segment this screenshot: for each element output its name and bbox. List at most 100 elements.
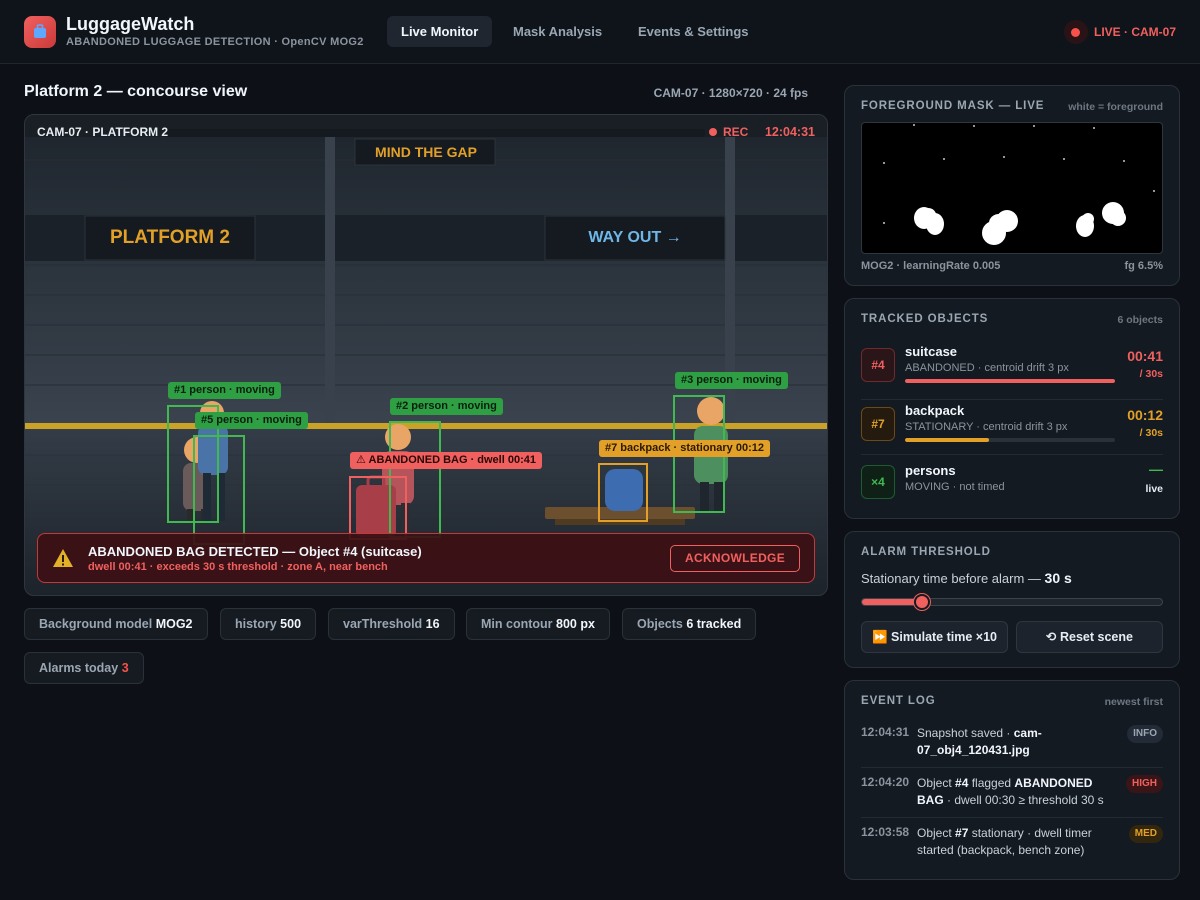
tracked-count: 6 objects: [1117, 314, 1163, 326]
foreground-mask-view[interactable]: [861, 122, 1163, 254]
mask-fg-ratio: fg 6.5%: [1124, 260, 1163, 272]
event-level-badge: HIGH: [1126, 775, 1163, 793]
tracked-row-persons[interactable]: ×4 persons MOVING · not timed — live: [861, 461, 1163, 509]
camera-feed[interactable]: CAM-07 · PLATFORM 2 REC 12:04:31 MIND TH…: [24, 114, 828, 596]
tracked-objects-card: TRACKED OBJECTS 6 objects #4 suitcase AB…: [844, 298, 1180, 519]
mask-card-note: white = foreground: [1068, 101, 1163, 113]
app-title: LuggageWatch: [66, 14, 195, 34]
overlay-camera-label: CAM-07 · PLATFORM 2: [37, 125, 169, 139]
stat-label: Objects: [637, 617, 683, 631]
threshold-label-text: Stationary time before alarm —: [861, 571, 1041, 586]
stat-var-threshold: varThreshold 16: [328, 608, 455, 640]
event-log-note: newest first: [1104, 696, 1163, 708]
divider: [861, 454, 1163, 455]
alert-detail: dwell 00:41 · exceeds 30 s threshold · z…: [88, 561, 388, 573]
threshold-slider[interactable]: [861, 594, 1163, 610]
threshold-value: 30 s: [1044, 570, 1072, 586]
object-dwell-time: 00:41: [1127, 348, 1163, 364]
tab-events-settings[interactable]: Events & Settings: [624, 16, 763, 47]
video-timestamp: 12:04:31: [764, 125, 815, 139]
stat-label: varThreshold: [343, 617, 423, 631]
rec-label: REC: [723, 125, 749, 139]
stat-value: MOG2: [155, 617, 193, 631]
backpack-figure: [605, 469, 643, 511]
stat-label: Alarms today: [39, 661, 119, 675]
threshold-card-title: ALARM THRESHOLD: [861, 546, 991, 558]
object-status: STATIONARY · centroid drift 3 px: [905, 421, 1068, 433]
alert-title: ABANDONED BAG DETECTED — Object #4 (suit…: [88, 544, 422, 559]
event-time: 12:03:58: [861, 825, 910, 839]
stat-alarms-today: Alarms today 3: [24, 652, 144, 684]
stat-value: 16: [425, 617, 440, 631]
stat-min-contour: Min contour 800 px: [466, 608, 610, 640]
divider: [861, 399, 1163, 400]
event-row[interactable]: 12:03:58 Object #7 stationary · dwell ti…: [861, 825, 1163, 865]
stat-label: Min contour: [481, 617, 553, 631]
tracked-row-backpack[interactable]: #7 backpack STATIONARY · centroid drift …: [861, 403, 1163, 451]
warning-icon: [53, 549, 73, 567]
dwell-progress-bar: [905, 438, 1115, 442]
tab-live-monitor[interactable]: Live Monitor: [387, 16, 493, 47]
event-row[interactable]: 12:04:31 Snapshot saved · cam-07_obj4_12…: [861, 725, 1163, 765]
object-id-badge: #7: [861, 407, 895, 441]
alarm-threshold-card: ALARM THRESHOLD Stationary time before a…: [844, 531, 1180, 668]
object-status: ABANDONED · centroid drift 3 px: [905, 362, 1069, 374]
dwell-progress-fill: [905, 438, 989, 442]
tag-person-1: #1 person · moving: [168, 382, 281, 399]
stat-objects: Objects 6 tracked: [622, 608, 757, 640]
threshold-label: Stationary time before alarm — 30 s: [861, 570, 1072, 586]
stat-history: history 500: [220, 608, 317, 640]
rec-dot-icon: [709, 128, 717, 136]
scene-illustration: [25, 115, 827, 595]
event-log-card: EVENT LOG newest first 12:04:31 Snapshot…: [844, 680, 1180, 880]
tracked-card-title: TRACKED OBJECTS: [861, 313, 989, 325]
event-text: Object #4 flagged ABANDONED BAG · dwell …: [917, 776, 1104, 807]
object-id-badge: ×4: [861, 465, 895, 499]
event-level-badge: INFO: [1127, 725, 1163, 743]
object-dwell-limit: / 30s: [1139, 427, 1163, 439]
tag-abandoned-bag: ⚠ ABANDONED BAG · dwell 00:41: [350, 452, 542, 469]
object-dwell-time: —: [1149, 461, 1163, 477]
stat-value: 800 px: [556, 617, 595, 631]
event-row[interactable]: 12:04:20 Object #4 flagged ABANDONED BAG…: [861, 775, 1163, 815]
slider-handle[interactable]: [914, 594, 930, 610]
object-dwell-time: 00:12: [1127, 407, 1163, 423]
sign-platform: PLATFORM 2: [110, 227, 230, 248]
object-dwell-limit: / 30s: [1139, 368, 1163, 380]
live-label: LIVE · CAM-07: [1093, 25, 1176, 39]
tracked-row-suitcase[interactable]: #4 suitcase ABANDONED · centroid drift 3…: [861, 344, 1163, 392]
stat-value: 6 tracked: [686, 617, 742, 631]
tag-backpack: #7 backpack · stationary 00:12: [599, 440, 770, 457]
tag-person-3: #3 person · moving: [675, 372, 788, 389]
mask-model-info: MOG2 · learningRate 0.005: [861, 260, 1001, 272]
tab-mask-analysis[interactable]: Mask Analysis: [499, 16, 616, 47]
dwell-progress-fill: [905, 379, 1115, 383]
sign-way-out: WAY OUT →: [588, 229, 682, 246]
app-subtitle: ABANDONED LUGGAGE DETECTION · OpenCV MOG…: [66, 36, 364, 48]
event-level-badge: MED: [1128, 825, 1163, 843]
live-indicator: LIVE · CAM-07: [1063, 19, 1176, 45]
mask-card: FOREGROUND MASK — LIVE white = foregroun…: [844, 85, 1180, 286]
object-name: suitcase: [905, 344, 958, 359]
event-time: 12:04:31: [861, 725, 910, 739]
stat-background-model: Background model MOG2: [24, 608, 208, 640]
stat-value: 3: [121, 661, 129, 675]
event-log-title: EVENT LOG: [861, 695, 936, 707]
rec-indicator: REC: [709, 125, 748, 139]
luggage-icon: [24, 16, 56, 48]
divider: [861, 817, 1163, 818]
tag-person-5: #5 person · moving: [195, 412, 308, 429]
reset-scene-button[interactable]: ⟲ Reset scene: [1016, 621, 1163, 653]
tag-person-2: #2 person · moving: [390, 398, 503, 415]
object-id-badge: #4: [861, 348, 895, 382]
simulate-time-button[interactable]: ⏩ Simulate time ×10: [861, 621, 1008, 653]
sign-mind-gap: MIND THE GAP: [375, 144, 477, 160]
object-name: persons: [905, 463, 956, 478]
object-status: MOVING · not timed: [905, 481, 1005, 493]
object-dwell-limit: live: [1145, 483, 1163, 495]
live-dot-icon: [1063, 20, 1088, 44]
stat-label: Background model: [39, 617, 153, 631]
view-title: Platform 2 — concourse view: [24, 83, 248, 100]
abandoned-bag-alert: ABANDONED BAG DETECTED — Object #4 (suit…: [37, 533, 815, 583]
acknowledge-button[interactable]: ACKNOWLEDGE: [670, 545, 800, 572]
